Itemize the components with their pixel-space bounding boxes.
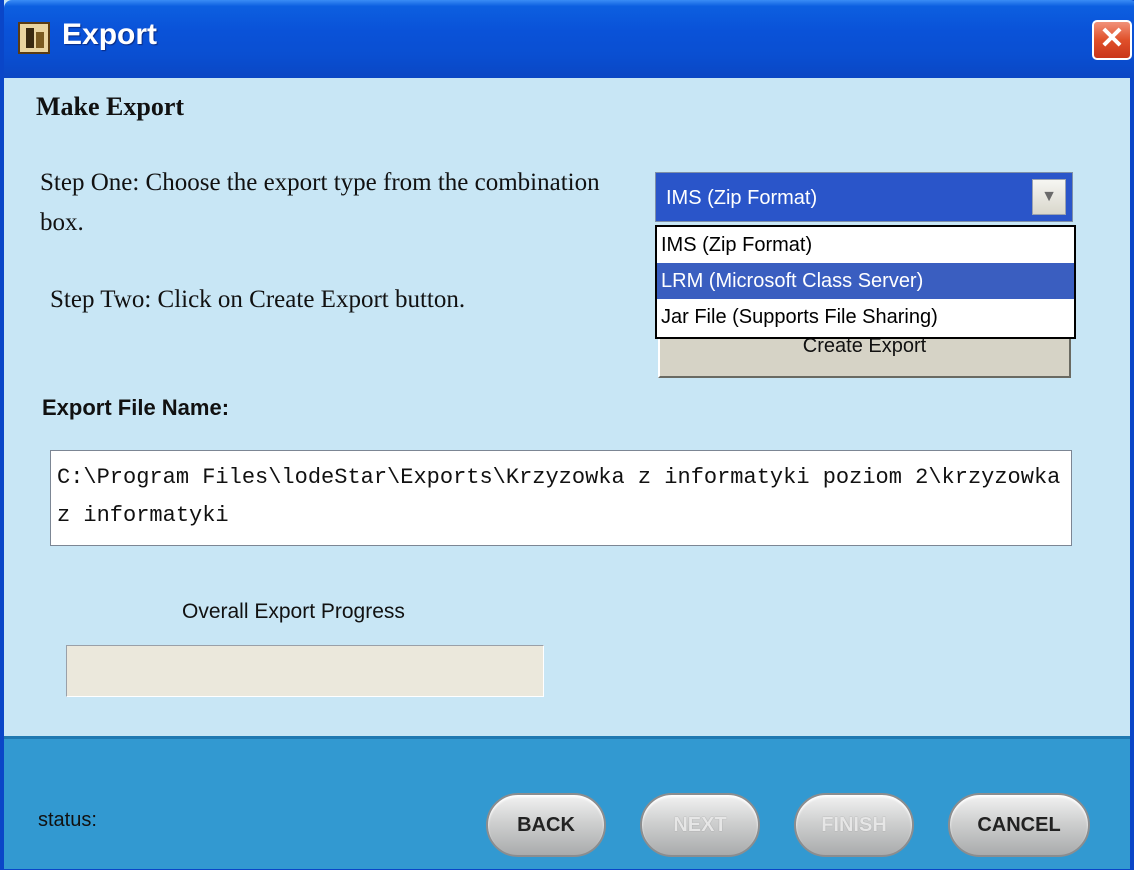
export-window: Export ✕ Make Export Step One: Choose th… bbox=[0, 0, 1134, 870]
export-file-name-label: Export File Name: bbox=[42, 395, 230, 420]
dropdown-option-jar[interactable]: Jar File (Supports File Sharing) bbox=[657, 299, 1074, 335]
dropdown-option-ims[interactable]: IMS (Zip Format) bbox=[657, 227, 1074, 263]
close-button[interactable]: ✕ bbox=[1092, 20, 1132, 60]
next-button[interactable]: NEXT bbox=[640, 793, 760, 857]
finish-button[interactable]: FINISH bbox=[794, 793, 914, 857]
status-label: status: bbox=[38, 809, 97, 831]
title-bar[interactable]: Export ✕ bbox=[4, 0, 1134, 78]
footer-bar: status: BACK NEXT FINISH CANCEL bbox=[4, 736, 1130, 869]
cancel-button[interactable]: CANCEL bbox=[948, 793, 1090, 857]
progress-label: Overall Export Progress bbox=[182, 600, 405, 623]
page-heading: Make Export bbox=[36, 92, 185, 121]
export-progress-bar bbox=[66, 645, 544, 697]
chevron-down-icon[interactable]: ▼ bbox=[1032, 179, 1066, 215]
step-two-text: Step Two: Click on Create Export button. bbox=[50, 286, 466, 313]
export-type-select[interactable]: IMS (Zip Format) ▼ bbox=[655, 172, 1073, 222]
export-file-name-field[interactable]: C:\Program Files\lodeStar\Exports\Krzyzo… bbox=[50, 450, 1072, 546]
create-export-button[interactable]: Create Export bbox=[658, 334, 1071, 378]
back-button[interactable]: BACK bbox=[486, 793, 606, 857]
dropdown-option-lrm[interactable]: LRM (Microsoft Class Server) bbox=[657, 263, 1074, 299]
app-icon bbox=[18, 22, 50, 54]
step-one-text: Step One: Choose the export type from th… bbox=[40, 169, 600, 236]
window-title: Export bbox=[62, 18, 158, 51]
export-type-dropdown-list: IMS (Zip Format) LRM (Microsoft Class Se… bbox=[655, 225, 1076, 339]
export-type-selected-value: IMS (Zip Format) bbox=[666, 187, 818, 209]
